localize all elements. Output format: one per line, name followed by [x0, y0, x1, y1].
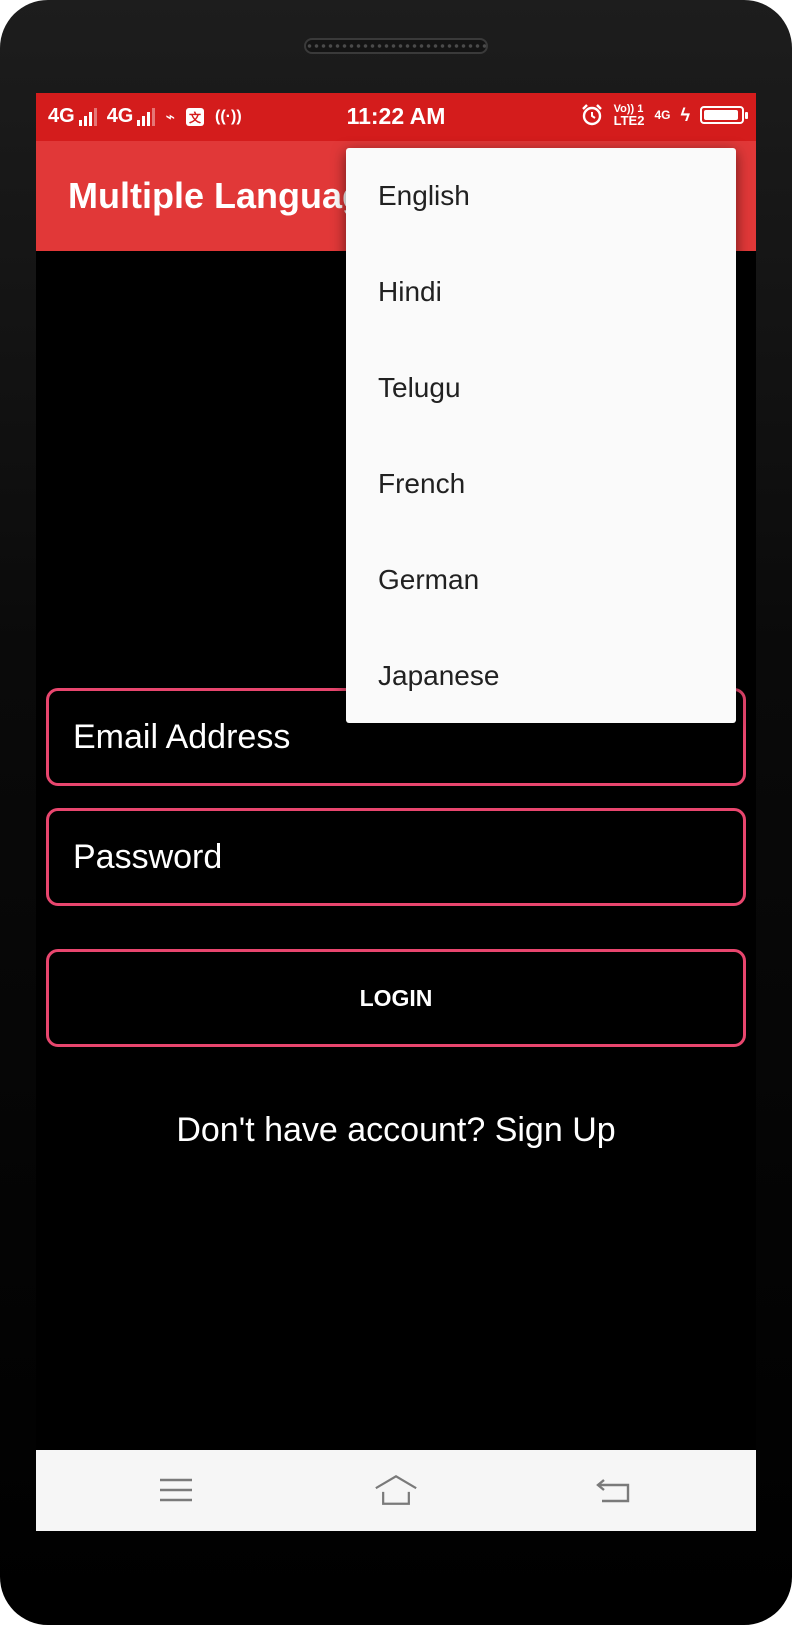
menu-item-french[interactable]: French [346, 436, 736, 532]
password-field[interactable] [46, 808, 746, 906]
home-icon[interactable] [374, 1470, 418, 1510]
phone-frame: 4G 4G ⌁ 文 ((·)) 11:22 AM Vo)) 1 LTE2 4G … [0, 0, 792, 1625]
menu-item-english[interactable]: English [346, 148, 736, 244]
menu-item-telugu[interactable]: Telugu [346, 340, 736, 436]
volte-indicator: Vo)) 1 LTE2 [613, 104, 645, 128]
network-label: 4G [654, 108, 671, 122]
menu-item-japanese[interactable]: Japanese [346, 628, 736, 724]
menu-item-hindi[interactable]: Hindi [346, 244, 736, 340]
battery-icon [700, 106, 748, 124]
language-menu: English Hindi Telugu French German Japan… [346, 148, 736, 723]
menu-icon[interactable] [154, 1470, 198, 1510]
alarm-icon [581, 104, 602, 126]
navigation-bar [36, 1450, 756, 1531]
login-button[interactable]: LOGIN [46, 949, 746, 1047]
speaker-grille [304, 38, 488, 54]
battery-level [704, 110, 738, 120]
menu-item-german[interactable]: German [346, 532, 736, 628]
status-right: Vo)) 1 LTE2 4G ϟ [580, 103, 748, 128]
signup-link[interactable]: Don't have account? Sign Up [36, 1111, 756, 1150]
status-bar: 4G 4G ⌁ 文 ((·)) 11:22 AM Vo)) 1 LTE2 4G … [36, 93, 756, 141]
app-title: Multiple Language [68, 175, 385, 216]
screen: 4G 4G ⌁ 文 ((·)) 11:22 AM Vo)) 1 LTE2 4G … [36, 93, 756, 1531]
back-icon[interactable] [592, 1470, 636, 1510]
charging-icon: ϟ [680, 104, 690, 125]
volte-bottom: LTE2 [613, 113, 645, 128]
